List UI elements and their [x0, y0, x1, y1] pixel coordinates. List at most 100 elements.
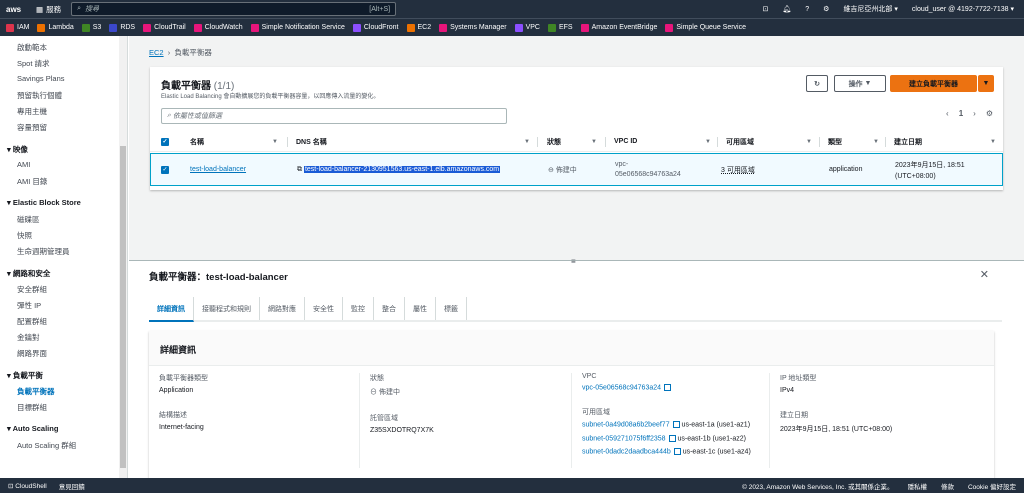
- feedback-link[interactable]: 意見回饋: [59, 481, 85, 491]
- sort-icon[interactable]: ▼: [272, 132, 278, 151]
- favorite-efs[interactable]: EFS: [547, 23, 573, 32]
- col-type[interactable]: 類型: [828, 132, 842, 151]
- aws-logo[interactable]: aws: [6, 5, 28, 14]
- sidebar-scrollbar[interactable]: [119, 36, 127, 478]
- favorite-s3[interactable]: S3: [81, 23, 101, 32]
- sidebar-item[interactable]: 快照: [17, 230, 32, 241]
- sidebar-section-toggle[interactable]: ▾ 映像: [7, 144, 28, 155]
- bell-icon[interactable]: 🔔︎: [782, 5, 791, 13]
- cookie-link[interactable]: Cookie 偏好設定: [968, 481, 1016, 491]
- create-load-balancer-button[interactable]: 建立負載平衡器: [890, 75, 977, 92]
- sidebar-item[interactable]: 容量預留: [17, 122, 47, 133]
- refresh-button[interactable]: ↻: [806, 75, 828, 92]
- favorite-cloudwatch[interactable]: CloudWatch: [193, 23, 243, 32]
- settings-gear-icon[interactable]: ⚙: [986, 109, 993, 118]
- prev-page-icon[interactable]: ‹: [946, 109, 949, 118]
- region-menu[interactable]: 維吉尼亞州北部 ▾: [843, 4, 897, 14]
- sidebar-item[interactable]: 安全群組: [17, 284, 47, 295]
- resize-handle[interactable]: ≡: [571, 257, 576, 266]
- privacy-link[interactable]: 隱私權: [907, 481, 927, 491]
- sort-icon[interactable]: ▼: [705, 132, 711, 151]
- sidebar-item[interactable]: 啟動範本: [17, 42, 47, 53]
- sidebar-item[interactable]: AMI 目錄: [17, 176, 47, 187]
- terms-link[interactable]: 條款: [941, 481, 954, 491]
- col-date[interactable]: 建立日期: [894, 132, 922, 151]
- favorite-cloudtrail[interactable]: CloudTrail: [143, 23, 186, 32]
- col-name[interactable]: 名稱: [190, 132, 204, 151]
- sidebar-item[interactable]: Savings Plans: [17, 74, 65, 83]
- favorite-simple-queue-service[interactable]: Simple Queue Service: [665, 23, 746, 32]
- sidebar-item[interactable]: AMI: [17, 160, 30, 169]
- favorites-bar: IAM Lambda S3 RDS CloudTrail CloudWatch Simple…: [0, 18, 1024, 36]
- sidebar-item[interactable]: 預留執行個體: [17, 90, 62, 101]
- subnet-link[interactable]: subnet-0dadc2daadbca444b: [582, 448, 671, 455]
- table-row[interactable]: ✓ test-load-balancer ⧉ test-load-balance…: [150, 153, 1003, 186]
- tab[interactable]: 網路對應: [260, 297, 305, 320]
- sort-icon[interactable]: ▼: [806, 132, 812, 151]
- sidebar-item[interactable]: 專用主機: [17, 106, 47, 117]
- subnet-link[interactable]: subnet-0a49d08a6b2beef77: [582, 422, 670, 429]
- col-vpc[interactable]: VPC ID: [614, 132, 637, 151]
- sidebar-item[interactable]: 金鑰對: [17, 332, 40, 343]
- favorite-lambda[interactable]: Lambda: [37, 23, 74, 32]
- subnet-item: subnet-059271075f6ff2358 us-east-1b (use…: [582, 434, 746, 443]
- sort-icon[interactable]: ▼: [591, 132, 597, 151]
- tab[interactable]: 整合: [374, 297, 405, 320]
- help-icon[interactable]: ?: [805, 6, 809, 13]
- sidebar-section-toggle[interactable]: ▾ Elastic Block Store: [7, 198, 81, 207]
- lb-name-link[interactable]: test-load-balancer: [190, 154, 246, 185]
- favorite-simple-notification-service[interactable]: Simple Notification Service: [250, 23, 345, 32]
- next-page-icon[interactable]: ›: [973, 109, 976, 118]
- sidebar-section-toggle[interactable]: ▾ 網路和安全: [7, 268, 50, 279]
- tab[interactable]: 安全性: [305, 297, 343, 320]
- favorite-rds[interactable]: RDS: [109, 23, 135, 32]
- sidebar-item[interactable]: Spot 請求: [17, 58, 50, 69]
- sort-icon[interactable]: ▼: [990, 132, 996, 151]
- sidebar-item[interactable]: 配置群組: [17, 316, 47, 327]
- sidebar-item[interactable]: Auto Scaling 群組: [17, 440, 76, 451]
- sort-icon[interactable]: ▼: [524, 132, 530, 151]
- search-input[interactable]: ⌕ 搜尋 [Alt+S]: [71, 2, 397, 16]
- create-dropdown-button[interactable]: ▼: [978, 75, 994, 92]
- account-menu[interactable]: cloud_user @ 4192-7722-7138 ▾: [912, 5, 1014, 13]
- copy-icon[interactable]: ⧉: [297, 166, 304, 174]
- sidebar-item[interactable]: 生命週期管理員: [17, 246, 70, 257]
- sidebar-item[interactable]: 負載平衡器: [17, 386, 55, 397]
- sort-icon[interactable]: ▼: [873, 132, 879, 151]
- cloudshell-link[interactable]: ⊡ CloudShell: [8, 482, 47, 490]
- vpc-link[interactable]: vpc-05e06568c94763a24: [582, 384, 661, 391]
- close-icon[interactable]: ✕: [980, 268, 989, 281]
- sidebar-item[interactable]: 磁碟區: [17, 214, 40, 225]
- select-all-checkbox[interactable]: ✓: [161, 137, 169, 146]
- favorite-iam[interactable]: IAM: [6, 23, 29, 32]
- favorite-amazon-eventbridge[interactable]: Amazon EventBridge: [580, 23, 657, 32]
- row-checkbox[interactable]: ✓: [161, 165, 169, 174]
- sidebar-item[interactable]: 目標群組: [17, 402, 47, 413]
- favorite-vpc[interactable]: VPC: [514, 23, 540, 32]
- state: ⊖ 佈建中: [370, 389, 400, 396]
- sidebar-section-toggle[interactable]: ▾ 負載平衡: [7, 370, 43, 381]
- tab[interactable]: 詳細資訊: [149, 297, 194, 322]
- sidebar-section-toggle[interactable]: ▾ Auto Scaling: [7, 424, 58, 433]
- gear-icon[interactable]: ⚙: [823, 5, 829, 13]
- favorite-ec2[interactable]: EC2: [406, 23, 431, 32]
- col-state[interactable]: 狀態: [547, 132, 561, 151]
- tab[interactable]: 標籤: [436, 297, 467, 320]
- subnet-link[interactable]: subnet-059271075f6ff2358: [582, 435, 666, 442]
- tab[interactable]: 屬性: [405, 297, 436, 320]
- tab[interactable]: 接聽程式和規則: [194, 297, 260, 320]
- col-dns[interactable]: DNS 名稱: [296, 132, 327, 151]
- page-title: 負載平衡器 (1/1): [161, 81, 235, 92]
- favorite-cloudfront[interactable]: CloudFront: [352, 23, 399, 32]
- azs-popover[interactable]: 3 可用區域: [721, 154, 755, 185]
- sidebar-item[interactable]: 彈性 IP: [17, 300, 41, 311]
- services-menu[interactable]: ▦ 服務: [36, 4, 61, 15]
- sidebar-item[interactable]: 網路界面: [17, 348, 47, 359]
- actions-button[interactable]: 操作 ▼: [834, 75, 886, 92]
- col-azs[interactable]: 可用區域: [726, 132, 754, 151]
- tab[interactable]: 監控: [343, 297, 374, 320]
- favorite-systems-manager[interactable]: Systems Manager: [439, 23, 507, 32]
- cloudshell-icon[interactable]: ⊡: [762, 5, 768, 13]
- filter-input[interactable]: ⌕ 依屬性或值篩選: [161, 108, 507, 124]
- breadcrumb-ec2[interactable]: EC2: [149, 48, 164, 57]
